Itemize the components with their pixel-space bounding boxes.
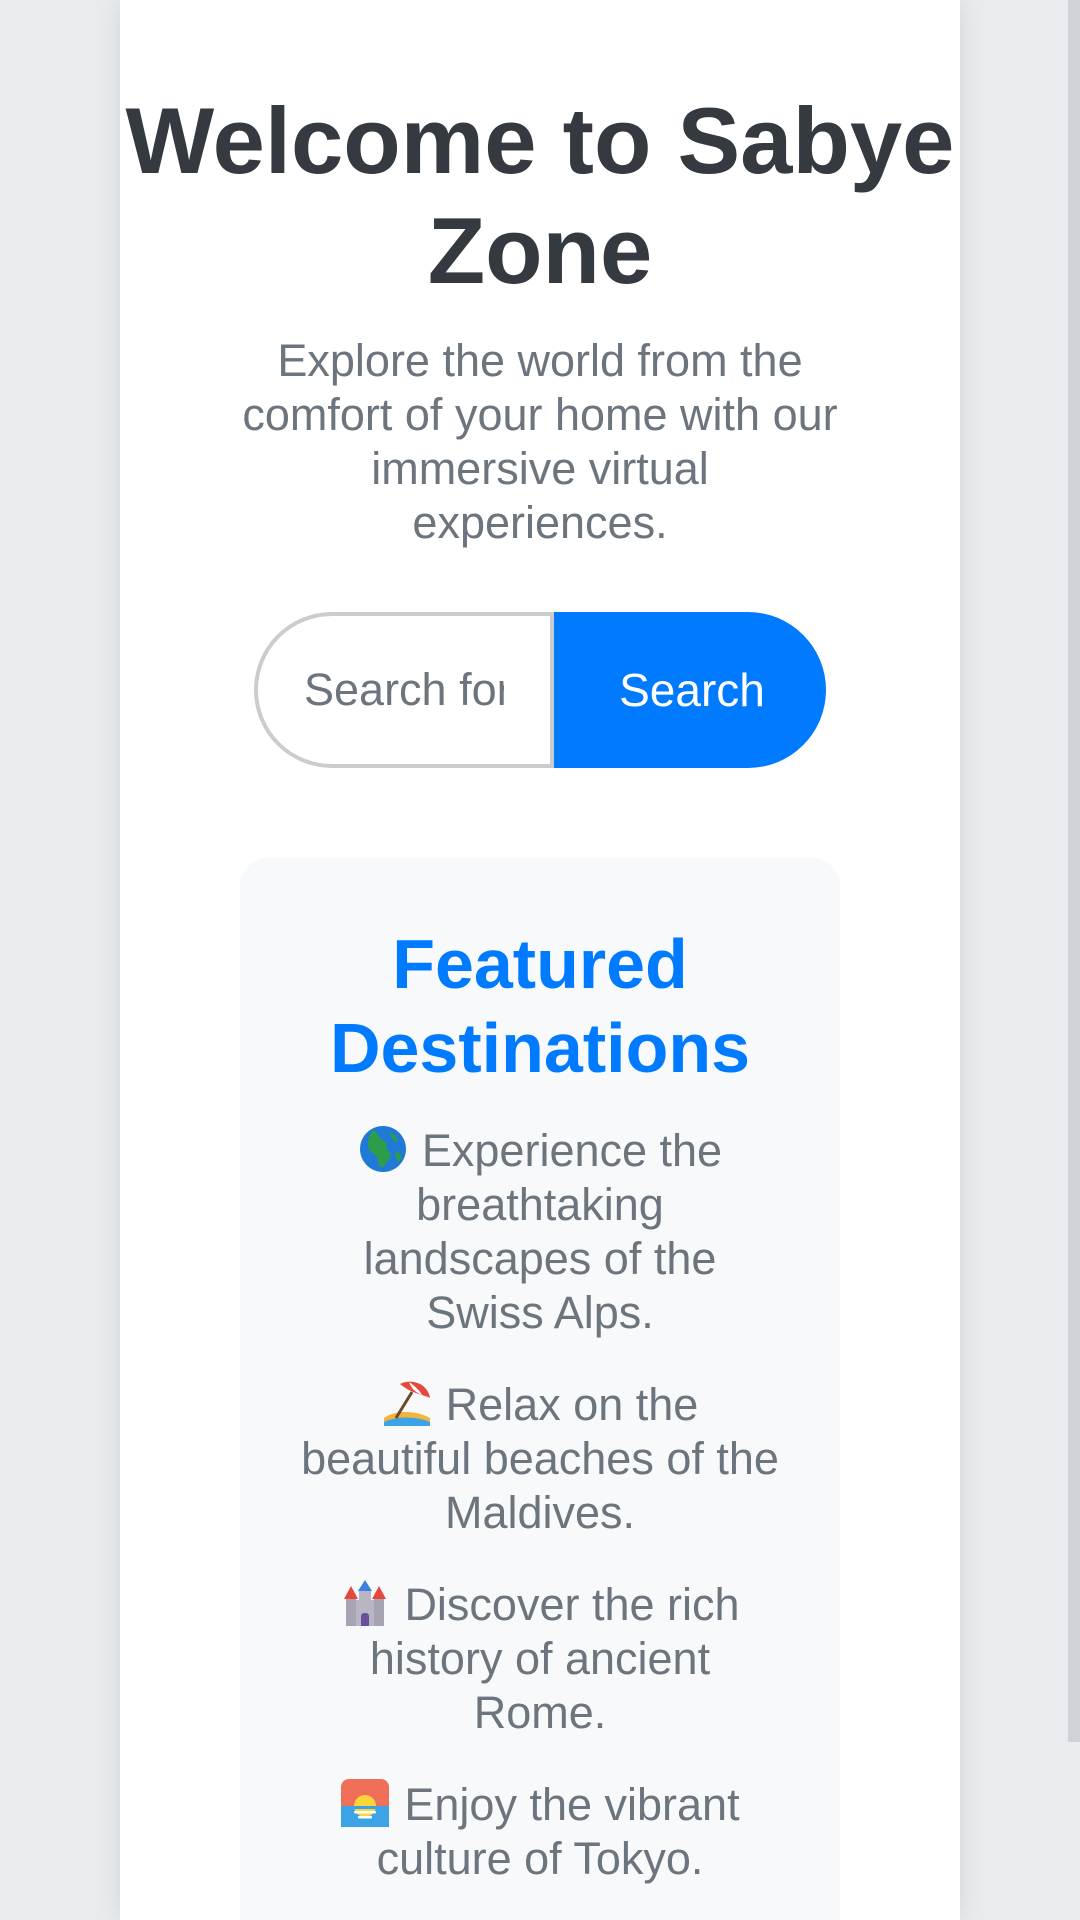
destination-text: Discover the rich history of ancient Rom… — [369, 1579, 740, 1738]
destination-text: Enjoy the vibrant culture of Tokyo. — [376, 1779, 740, 1884]
destination-item: Relax on the beautiful beaches of the Ma… — [300, 1378, 780, 1540]
search-button[interactable]: Search — [554, 612, 826, 768]
search-bar: Search — [254, 612, 826, 768]
scrollbar-thumb[interactable] — [1068, 0, 1080, 1742]
destination-item: Experience the breathtaking landscapes o… — [300, 1124, 780, 1340]
castle-icon — [344, 1580, 387, 1626]
scrollbar[interactable] — [1068, 0, 1080, 1920]
destination-text: Relax on the beautiful beaches of the Ma… — [301, 1379, 779, 1538]
destination-item: Discover the rich history of ancient Rom… — [300, 1578, 780, 1740]
page-title: Welcome to Sabye Zone — [125, 88, 955, 303]
featured-title: Featured Destinations — [329, 925, 751, 1087]
globe-europe-africa-icon — [359, 1126, 406, 1172]
beach-umbrella-icon — [383, 1381, 430, 1426]
page-subtitle: Explore the world from the comfort of yo… — [242, 335, 838, 548]
sunrise-icon — [341, 1779, 390, 1827]
destination-text: Experience the breathtaking landscapes o… — [363, 1125, 723, 1338]
page: Welcome to Sabye Zone Explore the world … — [0, 0, 1080, 1920]
search-input[interactable] — [254, 612, 554, 768]
destination-item: Enjoy the vibrant culture of Tokyo. — [300, 1778, 780, 1886]
